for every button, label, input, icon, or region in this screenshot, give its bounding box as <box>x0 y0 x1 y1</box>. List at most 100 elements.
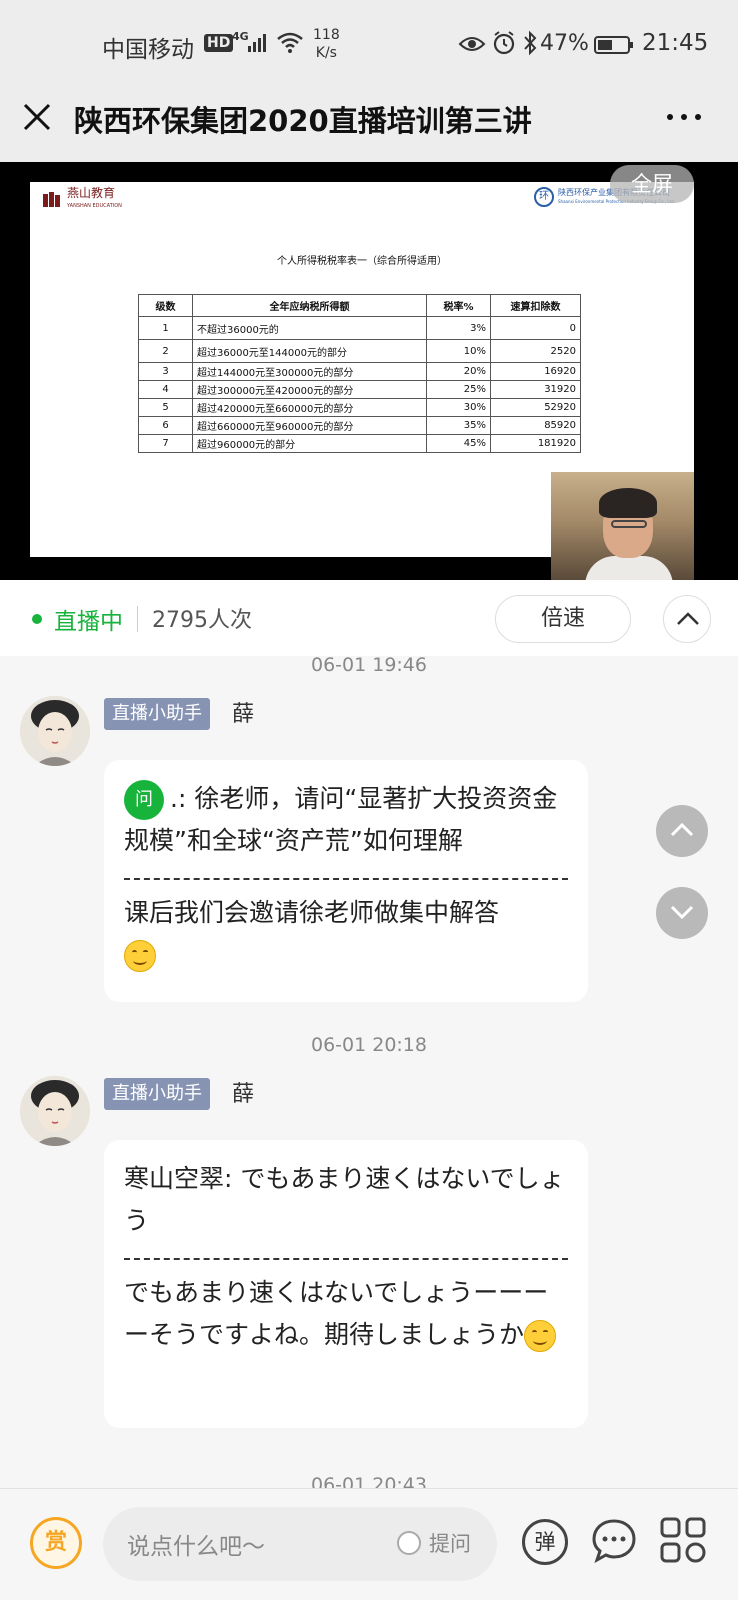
table-row: 6 超过660000元至960000元的部分 35% 85920 <box>138 416 581 435</box>
table-header: 速算扣除数 <box>490 294 581 317</box>
table-cell: 5 <box>138 398 193 417</box>
question-badge: 问 <box>124 780 164 820</box>
answer-text: でもあまり速くはないでしょうーーーーそうですよね。期待しましょうか <box>124 1272 568 1356</box>
status-bar: 中国移动 HD 4G 118 K/s 47% 21:45 <box>0 0 738 90</box>
chevron-up-icon <box>677 612 699 625</box>
table-cell: 超过300000元至420000元的部分 <box>192 380 427 399</box>
table-cell: 2 <box>138 339 193 363</box>
eye-comfort-icon <box>458 37 486 51</box>
table-cell: 85920 <box>490 416 581 435</box>
table-cell: 16920 <box>490 362 581 381</box>
table-cell: 10% <box>426 339 491 363</box>
presenter-body <box>585 556 673 580</box>
collapse-button[interactable] <box>663 595 711 643</box>
viewer-count: 2795人次 <box>152 608 252 633</box>
message-bubble: 问.: 徐老师，请问“显著扩大投资资金规模”和全球“资产荒”如何理解 课后我们会… <box>104 760 588 1002</box>
battery-percent: 47% <box>540 31 589 56</box>
dashed-divider <box>124 878 568 880</box>
scroll-down-button[interactable] <box>656 887 708 939</box>
table-cell: 0 <box>490 316 581 340</box>
table-cell: 2520 <box>490 339 581 363</box>
reward-button[interactable]: 赏 <box>30 1517 82 1569</box>
more-options-icon[interactable] <box>664 102 704 132</box>
table-cell: 20% <box>426 362 491 381</box>
table-cell: 4 <box>138 380 193 399</box>
table-row: 2 超过36000元至144000元的部分 10% 2520 <box>138 339 581 363</box>
table-header-row: 级数 全年应纳税所得额 税率% 速算扣除数 <box>138 294 581 317</box>
books-icon <box>43 191 60 207</box>
chat-bubble-icon[interactable] <box>590 1517 638 1567</box>
divider <box>137 606 138 632</box>
table-cell: 不超过36000元的 <box>192 316 427 340</box>
answer-content: でもあまり速くはないでしょうーーーーそうですよね。期待しましょうか <box>124 1278 549 1349</box>
table-header: 税率% <box>426 294 491 317</box>
table-cell: 3% <box>426 316 491 340</box>
message-bubble: 寒山空翠: でもあまり速くはないでしょう でもあまり速くはないでしょうーーーーそ… <box>104 1140 588 1428</box>
network-speed: 118 K/s <box>313 26 340 62</box>
danmu-toggle-button[interactable]: 弹 <box>522 1519 568 1565</box>
input-placeholder: 说点什么吧～ <box>127 1534 265 1560</box>
assistant-avatar-icon <box>20 696 90 766</box>
table-cell: 6 <box>138 416 193 435</box>
live-video-player[interactable]: 燕山教育 YANSHAN EDUCATION 环 陕西环保产业集团有限责任公司 … <box>0 162 738 580</box>
table-cell: 3 <box>138 362 193 381</box>
wifi-icon <box>277 32 303 53</box>
dashed-divider <box>124 1258 568 1260</box>
company-emblem-icon: 环 <box>534 187 554 207</box>
question-content: .: 徐老师，请问“显著扩大投资资金规模”和全球“资产荒”如何理解 <box>124 784 558 855</box>
carrier-name: 中国移动 <box>102 37 194 63</box>
ask-question-label[interactable]: 提问 <box>429 1528 471 1558</box>
table-header: 级数 <box>138 294 193 317</box>
table-cell: 超过660000元至960000元的部分 <box>192 416 427 435</box>
presenter-hair <box>599 488 657 518</box>
smile-emoji-icon <box>124 940 156 972</box>
close-icon[interactable] <box>20 100 54 134</box>
table-cell: 25% <box>426 380 491 399</box>
logo-left-text: 燕山教育 <box>67 186 116 200</box>
table-header: 全年应纳税所得额 <box>192 294 427 317</box>
scroll-up-button[interactable] <box>656 805 708 857</box>
presenter-camera[interactable] <box>551 472 694 580</box>
table-cell: 1 <box>138 316 193 340</box>
live-indicator-dot <box>32 614 42 624</box>
table-cell: 超过960000元的部分 <box>192 434 427 453</box>
question-text: 问.: 徐老师，请问“显著扩大投资资金规模”和全球“资产荒”如何理解 <box>124 778 568 862</box>
table-row: 7 超过960000元的部分 45% 181920 <box>138 434 581 453</box>
chevron-up-icon <box>670 822 694 837</box>
table-cell: 31920 <box>490 380 581 399</box>
battery-icon <box>594 36 633 54</box>
signal-icon <box>248 34 266 52</box>
table-cell: 45% <box>426 434 491 453</box>
avatar[interactable] <box>20 696 90 766</box>
title-bar: 陕西环保集团2020直播培训第三讲 <box>0 90 738 162</box>
fullscreen-button[interactable]: 全屏 <box>610 165 694 203</box>
bluetooth-icon <box>524 30 537 56</box>
apps-grid-icon[interactable] <box>660 1517 706 1563</box>
yanshan-logo: 燕山教育 YANSHAN EDUCATION <box>42 187 122 212</box>
smile-emoji-icon <box>524 1320 557 1352</box>
assistant-tag: 直播小助手 <box>104 1078 210 1110</box>
playback-speed-button[interactable]: 倍速 <box>495 595 631 643</box>
sender-name: 薛 <box>232 1082 255 1107</box>
page-title: 陕西环保集团2020直播培训第三讲 <box>74 104 532 138</box>
table-cell: 超过420000元至660000元的部分 <box>192 398 427 417</box>
bottom-input-bar: 赏 说点什么吧～ 提问 弹 <box>0 1488 738 1600</box>
sender-name: 薛 <box>232 702 255 727</box>
assistant-avatar-icon <box>20 1076 90 1146</box>
alarm-icon <box>493 31 515 55</box>
speed-unit: K/s <box>315 45 337 61</box>
answer-text: 课后我们会邀请徐老师做集中解答 <box>124 892 568 976</box>
assistant-tag: 直播小助手 <box>104 698 210 730</box>
presenter-glasses <box>611 520 647 528</box>
message-timestamp: 06-01 19:46 <box>310 654 427 676</box>
table-cell: 181920 <box>490 434 581 453</box>
answer-content: 课后我们会邀请徐老师做集中解答 <box>124 898 500 927</box>
slide-title: 个人所得税税率表一（综合所得适用） <box>277 256 447 267</box>
table-cell: 7 <box>138 434 193 453</box>
ask-question-checkbox[interactable] <box>397 1531 421 1555</box>
table-row: 5 超过420000元至660000元的部分 30% 52920 <box>138 398 581 417</box>
comment-input[interactable]: 说点什么吧～ 提问 <box>103 1507 497 1581</box>
table-cell: 35% <box>426 416 491 435</box>
avatar[interactable] <box>20 1076 90 1146</box>
live-status: 直播中 <box>54 609 123 635</box>
